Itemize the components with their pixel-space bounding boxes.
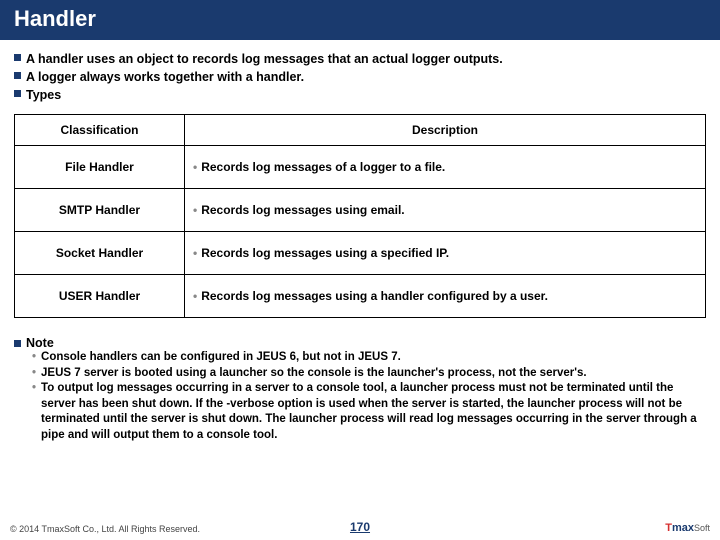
dot-bullet-icon: • [193,246,197,260]
square-bullet-icon [14,90,21,97]
desc-text: Records log messages using a specified I… [201,246,449,260]
col-header-description: Description [185,115,706,146]
note-item: • To output log messages occurring in a s… [32,381,706,443]
logo-max: max [672,522,694,534]
bullet-item: A handler uses an object to records log … [14,50,706,68]
cell-classification: File Handler [15,146,185,189]
dot-bullet-icon: • [32,381,36,397]
note-text: To output log messages occurring in a se… [41,381,706,443]
dot-bullet-icon: • [193,160,197,174]
table-row: SMTP Handler • Records log messages using… [15,189,706,232]
bullet-item: A logger always works together with a ha… [14,68,706,86]
cell-description: • Records log messages of a logger to a f… [185,146,706,189]
dot-bullet-icon: • [193,289,197,303]
note-label: Note [26,336,54,350]
note-item: • JEUS 7 server is booted using a launche… [32,366,706,382]
note-text: Console handlers can be configured in JE… [41,350,401,366]
table-row: File Handler • Records log messages of a … [15,146,706,189]
intro-bullets: A handler uses an object to records log … [14,50,706,104]
desc-text: Records log messages using a handler con… [201,289,548,303]
handler-table: Classification Description File Handler … [14,114,706,318]
desc-text: Records log messages of a logger to a fi… [201,160,445,174]
logo-t: T [665,522,672,534]
square-bullet-icon [14,72,21,79]
table-row: Socket Handler • Records log messages usi… [15,232,706,275]
dot-bullet-icon: • [193,203,197,217]
tmaxsoft-logo: TmaxSoft [665,522,710,534]
col-header-classification: Classification [15,115,185,146]
bullet-text: A handler uses an object to records log … [26,50,503,68]
cell-classification: Socket Handler [15,232,185,275]
slide-title: Handler [0,0,720,40]
note-title: Note [14,336,706,350]
page-number: 170 [350,520,370,534]
cell-classification: SMTP Handler [15,189,185,232]
copyright-text: © 2014 TmaxSoft Co., Ltd. All Rights Res… [10,524,200,534]
note-items: • Console handlers can be configured in J… [14,350,706,443]
square-bullet-icon [14,340,21,347]
bullet-text: A logger always works together with a ha… [26,68,304,86]
table-row: USER Handler • Records log messages using… [15,275,706,318]
bullet-text: Types [26,86,61,104]
slide-content: A handler uses an object to records log … [0,40,720,443]
cell-description: • Records log messages using a handler co… [185,275,706,318]
cell-classification: USER Handler [15,275,185,318]
dot-bullet-icon: • [32,366,36,382]
cell-description: • Records log messages using email. [185,189,706,232]
table-header-row: Classification Description [15,115,706,146]
cell-description: • Records log messages using a specified … [185,232,706,275]
logo-soft: Soft [694,523,710,533]
dot-bullet-icon: • [32,350,36,366]
square-bullet-icon [14,54,21,61]
note-item: • Console handlers can be configured in J… [32,350,706,366]
footer: © 2014 TmaxSoft Co., Ltd. All Rights Res… [0,518,720,534]
note-section: Note • Console handlers can be configured… [14,336,706,443]
note-text: JEUS 7 server is booted using a launcher… [41,366,587,382]
bullet-item: Types [14,86,706,104]
desc-text: Records log messages using email. [201,203,404,217]
